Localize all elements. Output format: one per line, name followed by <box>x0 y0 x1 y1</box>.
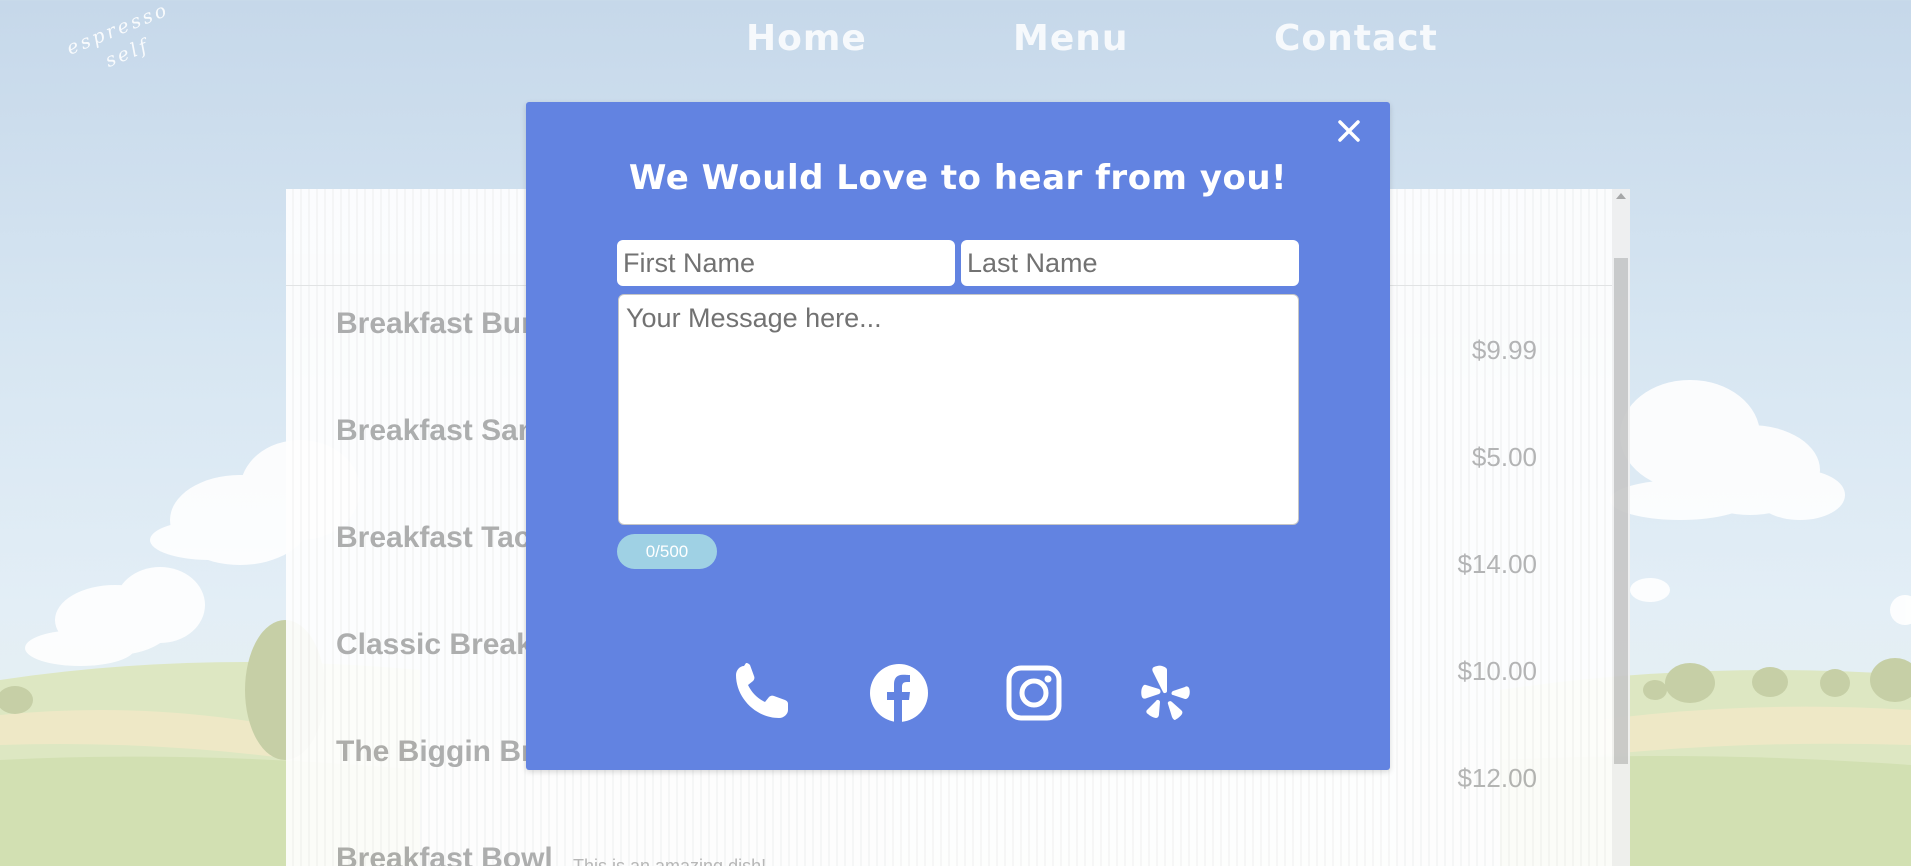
contact-modal: We Would Love to hear from you! 0/500 <box>526 102 1390 770</box>
nav-link-contact[interactable]: Contact <box>1274 18 1438 59</box>
nav-link-home[interactable]: Home <box>746 18 867 59</box>
last-name-field[interactable] <box>961 240 1299 286</box>
facebook-icon <box>870 664 928 722</box>
instagram-link[interactable] <box>1003 662 1065 724</box>
menu-item-description: This is an amazing dish! <box>573 856 767 866</box>
menu-item-price: $10.00 <box>1457 656 1537 686</box>
yelp-link[interactable] <box>1134 662 1196 724</box>
nav-link-menu[interactable]: Menu <box>1013 18 1129 59</box>
menu-item[interactable]: Breakfast Bowl This is an amazing dish! <box>336 842 1536 866</box>
close-button[interactable] <box>1334 116 1364 146</box>
character-count-badge: 0/500 <box>617 534 717 569</box>
scroll-up-arrow-icon[interactable] <box>1616 193 1626 199</box>
phone-icon <box>736 663 788 718</box>
menu-item-price: $14.00 <box>1457 549 1537 579</box>
facebook-link[interactable] <box>868 662 930 724</box>
scrollbar-thumb[interactable] <box>1614 258 1628 764</box>
menu-scrollbar[interactable] <box>1612 189 1630 866</box>
phone-link[interactable] <box>730 662 792 724</box>
message-field[interactable] <box>618 294 1299 525</box>
first-name-field[interactable] <box>617 240 955 286</box>
modal-title: We Would Love to hear from you! <box>628 158 1288 198</box>
menu-item-price: $9.99 <box>1471 335 1537 365</box>
menu-item-name: Breakfast Bowl <box>336 842 553 866</box>
instagram-icon <box>1006 665 1062 721</box>
menu-item-price: $12.00 <box>1457 763 1537 793</box>
menu-item-price: $5.00 <box>1471 442 1537 472</box>
close-icon <box>1338 120 1360 142</box>
main-nav: Home Menu Contact <box>0 18 1911 68</box>
social-links <box>526 662 1390 726</box>
yelp-icon <box>1141 665 1190 720</box>
